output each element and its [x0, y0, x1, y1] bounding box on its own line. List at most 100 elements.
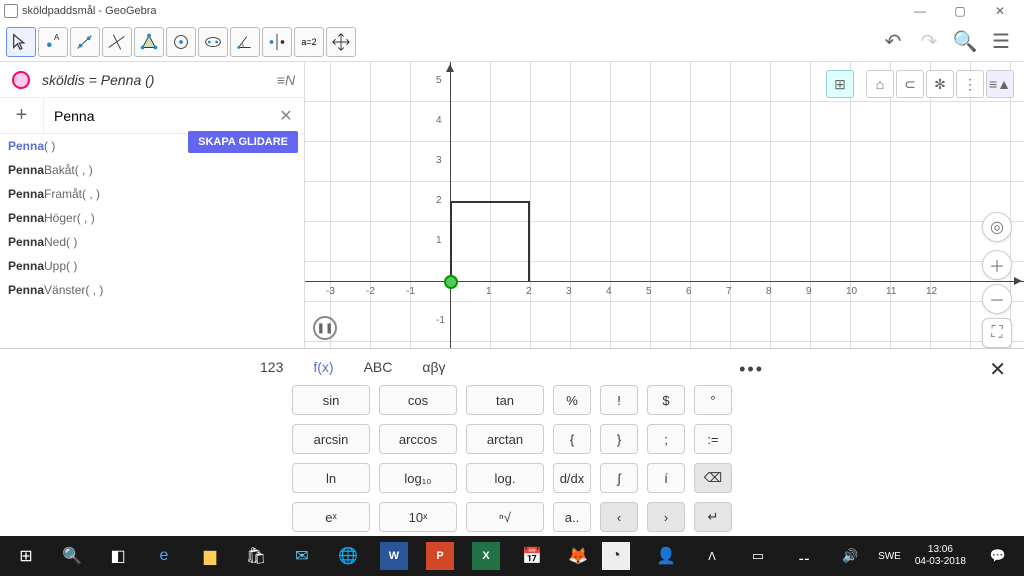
taskbar-clock[interactable]: 13:0604-03-2018	[907, 544, 974, 568]
target-button[interactable]: ◎	[982, 212, 1012, 242]
mail-icon[interactable]: ✉	[280, 536, 324, 576]
autocomplete-item[interactable]: PennaNed( )	[0, 230, 304, 254]
autocomplete-item[interactable]: PennaHöger( , )	[0, 206, 304, 230]
key-;[interactable]: ;	[647, 424, 685, 454]
perpendicular-tool[interactable]	[102, 27, 132, 57]
key-d/dx[interactable]: d/dx	[553, 463, 591, 493]
undo-button[interactable]: ↶	[876, 25, 910, 59]
kbd-tab-greek[interactable]: αβγ	[422, 359, 445, 375]
task-view-button[interactable]: ◧	[96, 536, 140, 576]
symbolic-toggle[interactable]: ≡N	[268, 62, 304, 98]
key-↵[interactable]: ↵	[694, 502, 732, 532]
menu-button[interactable]: ☰	[984, 25, 1018, 59]
visibility-toggle[interactable]	[12, 71, 30, 89]
reflect-tool[interactable]	[262, 27, 292, 57]
search-button[interactable]: 🔍	[948, 25, 982, 59]
point-tool[interactable]: A	[38, 27, 68, 57]
key-⌫[interactable]: ⌫	[694, 463, 732, 493]
move-tool[interactable]	[6, 27, 36, 57]
graphics-view[interactable]: -3-2-1123456789101112-112345 ⊞ ⌂ ⊂ ✻ ⋮ ≡…	[305, 62, 1024, 348]
autocomplete-item[interactable]: PennaFramåt( , )	[0, 182, 304, 206]
circle-tool[interactable]	[166, 27, 196, 57]
key-ⁿ√[interactable]: ⁿ√	[466, 502, 544, 532]
key-$[interactable]: $	[647, 385, 685, 415]
more-button[interactable]: ⋮	[956, 70, 984, 98]
key-arccos[interactable]: arccos	[379, 424, 457, 454]
key-arctan[interactable]: arctan	[466, 424, 544, 454]
polygon-tool[interactable]	[134, 27, 164, 57]
graphics-menu-button[interactable]: ≡▲	[986, 70, 1014, 98]
line-tool[interactable]	[70, 27, 100, 57]
key-cos[interactable]: cos	[379, 385, 457, 415]
explorer-icon[interactable]: ▆	[188, 536, 232, 576]
excel-icon[interactable]: X	[472, 542, 500, 570]
volume-icon[interactable]: 🔊	[828, 536, 872, 576]
language-indicator[interactable]: SWE	[874, 551, 905, 562]
word-icon[interactable]: W	[380, 542, 408, 570]
create-slider-badge[interactable]: SKAPA GLIDARE	[188, 131, 298, 153]
tray-up-icon[interactable]: ᐱ	[690, 536, 734, 576]
autocomplete-item[interactable]: PennaVänster( , )	[0, 278, 304, 302]
edge-icon[interactable]: e	[142, 536, 186, 576]
firefox-icon[interactable]: 🦊	[556, 536, 600, 576]
key-tan[interactable]: tan	[466, 385, 544, 415]
maximize-button[interactable]: ▢	[940, 0, 980, 22]
key-log.[interactable]: log.	[466, 463, 544, 493]
wifi-icon[interactable]: ⚋	[782, 536, 826, 576]
key-{[interactable]: {	[553, 424, 591, 454]
pause-button[interactable]: ❚❚	[313, 316, 337, 340]
key-![interactable]: !	[600, 385, 638, 415]
minimize-button[interactable]: —	[900, 0, 940, 22]
key-arcsin[interactable]: arcsin	[292, 424, 370, 454]
slider-tool[interactable]: a=2	[294, 27, 324, 57]
close-button[interactable]: ✕	[980, 0, 1020, 22]
chrome-icon[interactable]: 🌐	[326, 536, 370, 576]
kbd-close-button[interactable]: ✕	[989, 357, 1006, 382]
kbd-more-button[interactable]: •••	[739, 359, 764, 380]
calendar-icon[interactable]: 📅	[510, 536, 554, 576]
ellipse-tool[interactable]	[198, 27, 228, 57]
fullscreen-button[interactable]: ⛶	[982, 318, 1012, 348]
key-}[interactable]: }	[600, 424, 638, 454]
battery-icon[interactable]: ▭	[736, 536, 780, 576]
move-view-tool[interactable]	[326, 27, 356, 57]
expression[interactable]: sköldis = Penna ()	[42, 72, 268, 88]
people-icon[interactable]: 👤	[644, 536, 688, 576]
key-10ˣ[interactable]: 10ˣ	[379, 502, 457, 532]
key-log₁₀[interactable]: log₁₀	[379, 463, 457, 493]
key-∫[interactable]: ∫	[600, 463, 638, 493]
angle-tool[interactable]	[230, 27, 260, 57]
key-a..[interactable]: a..	[553, 502, 591, 532]
key-°[interactable]: °	[694, 385, 732, 415]
notifications-icon[interactable]: 💬	[976, 536, 1020, 576]
redo-button[interactable]: ↷	[912, 25, 946, 59]
key-›[interactable]: ›	[647, 502, 685, 532]
home-button[interactable]: ⌂	[866, 70, 894, 98]
zoom-in-button[interactable]: ＋	[982, 250, 1012, 280]
key-eˣ[interactable]: eˣ	[292, 502, 370, 532]
autocomplete-item[interactable]: PennaUpp( )	[0, 254, 304, 278]
geogebra-icon[interactable]: ◔	[602, 542, 630, 570]
kbd-tab-abc[interactable]: ABC	[364, 359, 393, 375]
powerpoint-icon[interactable]: P	[426, 542, 454, 570]
key-ln[interactable]: ln	[292, 463, 370, 493]
key-‹[interactable]: ‹	[600, 502, 638, 532]
key-sin[interactable]: sin	[292, 385, 370, 415]
add-button[interactable]: +	[0, 98, 44, 134]
zoom-out-button[interactable]: －	[982, 284, 1012, 314]
key-:=[interactable]: :=	[694, 424, 732, 454]
settings-button[interactable]: ✻	[926, 70, 954, 98]
grid-style-button[interactable]: ⊞	[826, 70, 854, 98]
autocomplete-item[interactable]: PennaBakåt( , )	[0, 158, 304, 182]
algebra-row[interactable]: sköldis = Penna () ≡N	[0, 62, 304, 98]
key-%[interactable]: %	[553, 385, 591, 415]
taskbar-search[interactable]: 🔍	[50, 536, 94, 576]
store-icon[interactable]: 🛍	[234, 536, 278, 576]
kbd-tab-123[interactable]: 123	[260, 359, 283, 375]
algebra-input[interactable]	[44, 99, 268, 133]
kbd-tab-fx[interactable]: f(x)	[313, 359, 333, 375]
turtle-point[interactable]	[444, 275, 458, 289]
start-button[interactable]: ⊞	[4, 536, 48, 576]
clear-input-button[interactable]: ✕	[268, 106, 304, 126]
point-capture-button[interactable]: ⊂	[896, 70, 924, 98]
